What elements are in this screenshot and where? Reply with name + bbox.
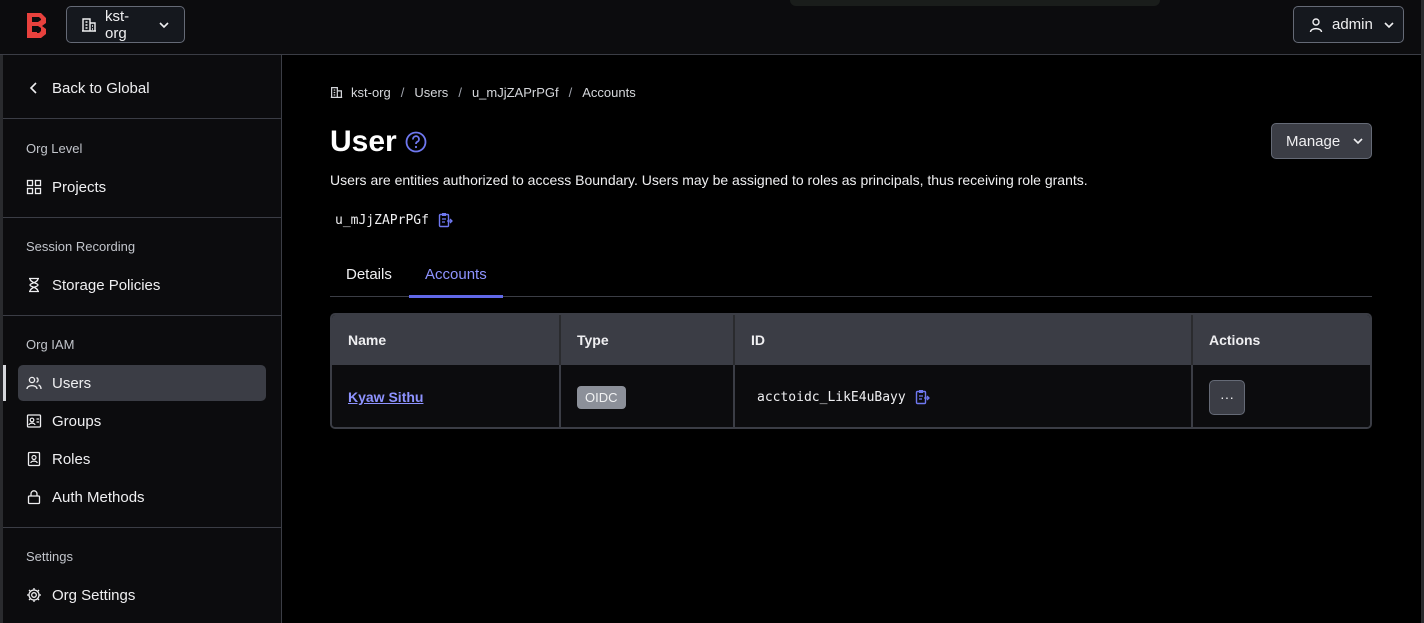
back-to-global-link[interactable]: Back to Global <box>18 70 266 106</box>
top-bar: kst-org admin <box>0 0 1424 55</box>
org-switcher-button[interactable]: kst-org <box>66 6 185 43</box>
users-icon <box>26 376 42 390</box>
user-id: u_mJjZAPrPGf <box>335 212 453 228</box>
chevron-down-icon <box>1384 21 1394 28</box>
breadcrumb-separator: / <box>400 85 405 100</box>
sidebar-item-org-settings[interactable]: Org Settings <box>18 577 266 613</box>
breadcrumb-users[interactable]: Users <box>414 85 448 100</box>
chevron-left-icon <box>29 82 37 94</box>
breadcrumb-org[interactable]: kst-org <box>351 85 391 100</box>
sidebar-item-projects[interactable]: Projects <box>18 169 266 205</box>
page-description: Users are entities authorized to access … <box>330 172 1088 188</box>
building-icon <box>82 17 96 32</box>
column-header-actions: Actions <box>1209 332 1261 348</box>
copy-icon[interactable] <box>437 212 453 228</box>
sidebar-heading-session-recording: Session Recording <box>26 239 136 254</box>
table-header: Name Type ID Actions <box>332 315 1370 365</box>
grid-icon <box>26 179 42 195</box>
sidebar-divider <box>3 315 282 316</box>
column-header-id: ID <box>735 315 1193 365</box>
building-icon <box>330 87 343 98</box>
accounts-table: Name Type ID Actions Kyaw Sithu OIDC acc… <box>330 313 1372 429</box>
sidebar-heading-org-iam: Org IAM <box>26 337 75 352</box>
sidebar-heading-settings: Settings <box>26 549 73 564</box>
hourglass-icon <box>29 277 39 293</box>
user-id-value: u_mJjZAPrPGf <box>335 212 429 228</box>
top-banner <box>790 0 1160 6</box>
id-badge-icon <box>27 451 41 467</box>
column-header-name[interactable]: Name <box>332 315 561 365</box>
lock-icon <box>27 490 41 505</box>
group-icon <box>26 414 42 428</box>
user-icon <box>1309 17 1323 32</box>
breadcrumb-user[interactable]: u_mJjZAPrPGf <box>472 85 559 100</box>
sidebar: Back to Global Org Level Projects Sessio… <box>0 55 282 623</box>
type-badge: OIDC <box>577 385 626 409</box>
sidebar-item-storage-policies[interactable]: Storage Policies <box>18 267 266 303</box>
user-menu-button[interactable]: admin <box>1293 6 1404 43</box>
help-icon[interactable] <box>405 131 427 153</box>
table-row: Kyaw Sithu OIDC acctoidc_LikE4uBayy ··· <box>332 365 1370 427</box>
main-content: kst-org / Users / u_mJjZAPrPGf / Account… <box>282 55 1421 623</box>
cell-name: Kyaw Sithu <box>332 365 561 427</box>
chevron-down-icon <box>159 21 169 28</box>
user-name: admin <box>1332 16 1373 33</box>
chevron-down-icon <box>1353 138 1363 145</box>
sidebar-heading-org-level: Org Level <box>26 141 83 156</box>
sidebar-item-roles[interactable]: Roles <box>18 441 266 477</box>
cell-id: acctoidc_LikE4uBayy <box>735 365 1193 427</box>
boundary-logo[interactable] <box>24 12 50 38</box>
sidebar-item-groups[interactable]: Groups <box>18 403 266 439</box>
tab-accounts[interactable]: Accounts <box>409 251 503 298</box>
cell-type: OIDC <box>561 365 735 427</box>
breadcrumb-separator: / <box>458 85 462 100</box>
account-id-value: acctoidc_LikE4uBayy <box>757 389 906 405</box>
row-actions-button[interactable]: ··· <box>1209 379 1245 415</box>
tab-bar: Details Accounts <box>330 251 1372 298</box>
breadcrumb: kst-org / Users / u_mJjZAPrPGf / Account… <box>330 85 636 100</box>
breadcrumb-separator: / <box>568 85 573 100</box>
cell-actions: ··· <box>1193 365 1370 427</box>
sidebar-item-auth-methods[interactable]: Auth Methods <box>18 479 266 515</box>
page-title: User <box>330 125 397 158</box>
sidebar-divider <box>3 118 282 119</box>
sidebar-divider <box>3 527 282 528</box>
copy-icon[interactable] <box>914 389 930 405</box>
tab-details[interactable]: Details <box>330 251 408 297</box>
column-header-type: Type <box>561 315 735 365</box>
org-name: kst-org <box>105 7 130 42</box>
account-name-link[interactable]: Kyaw Sithu <box>348 389 423 405</box>
manage-button[interactable]: Manage <box>1271 123 1372 159</box>
gear-icon <box>27 588 41 602</box>
sidebar-item-users[interactable]: Users <box>3 365 266 401</box>
breadcrumb-accounts: Accounts <box>582 85 636 100</box>
sidebar-divider <box>3 217 282 218</box>
